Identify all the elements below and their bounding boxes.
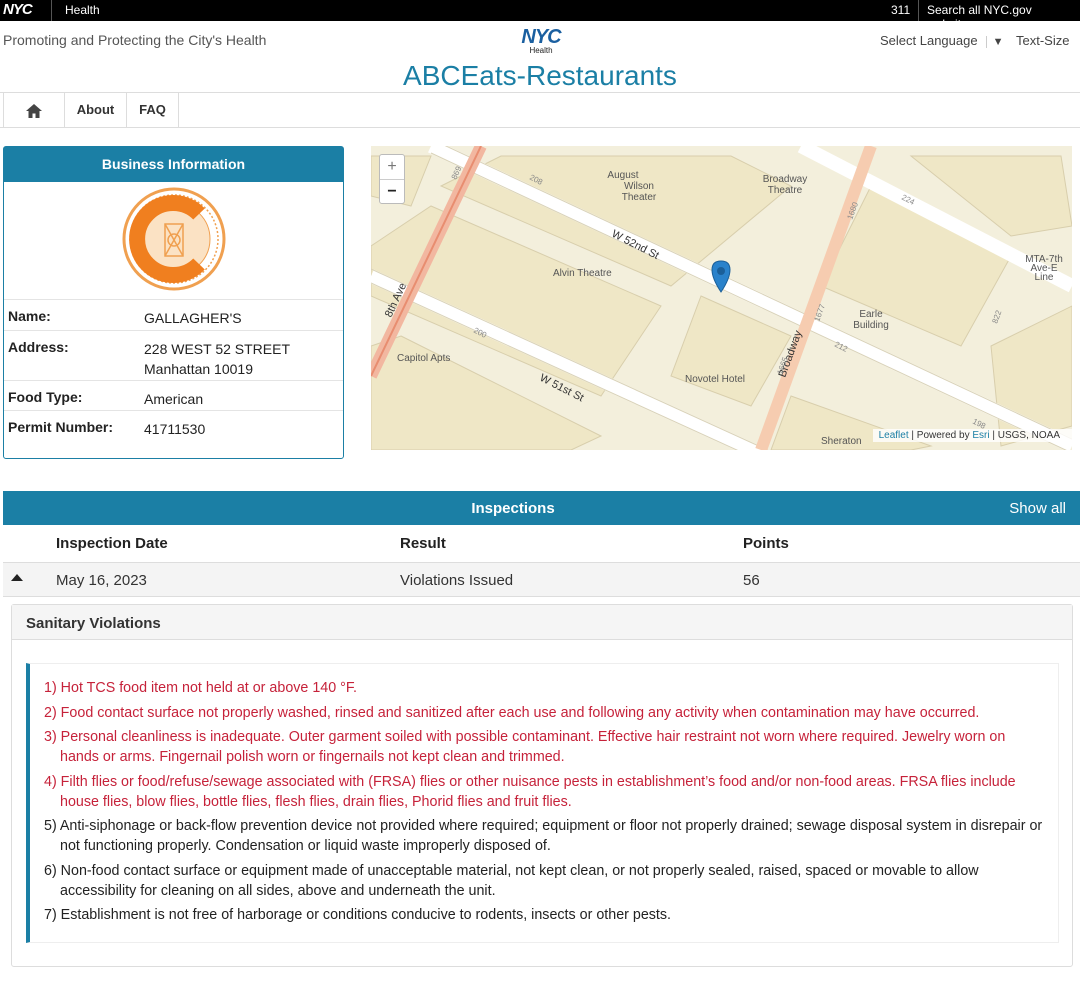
- svg-text:August: August: [607, 170, 638, 181]
- svg-text:Sheraton: Sheraton: [821, 436, 862, 447]
- attribution-rest: | USGS, NOAA: [989, 430, 1060, 441]
- list-item: 2) Food contact surface not properly was…: [44, 704, 980, 721]
- address-line-2: Manhattan 10019: [144, 361, 253, 377]
- show-all-button[interactable]: Show all: [1009, 500, 1066, 517]
- svg-text:Earle: Earle: [859, 309, 883, 320]
- inspections-columns: Inspection Date Result Points: [3, 526, 1080, 562]
- health-link[interactable]: Health: [65, 3, 100, 17]
- svg-text:Broadway: Broadway: [763, 174, 807, 185]
- chevron-down-icon: ▼: [985, 36, 1004, 48]
- map-attribution: Leaflet | Powered by Esri | USGS, NOAA: [872, 429, 1072, 442]
- address-line-1: 228 WEST 52 STREET: [144, 341, 291, 357]
- nav-home[interactable]: [3, 93, 65, 127]
- inspection-points: 56: [743, 572, 760, 589]
- name-label: Name:: [8, 308, 51, 324]
- caret-up-icon[interactable]: [11, 574, 23, 581]
- col-points: Points: [743, 535, 789, 552]
- divider: [918, 0, 919, 21]
- select-language-label: Select Language: [880, 33, 978, 48]
- svg-text:Theater: Theater: [622, 192, 657, 203]
- food-type-label: Food Type:: [8, 389, 83, 405]
- table-row[interactable]: May 16, 2023 Violations Issued 56: [3, 562, 1080, 597]
- map[interactable]: August Wilson Theater Broadway Theatre A…: [371, 146, 1072, 450]
- list-item: 6) Non-food contact surface or equipment…: [44, 862, 979, 899]
- list-item: 5) Anti-siphonage or back-flow preventio…: [44, 818, 1043, 854]
- select-language[interactable]: Select Language ▼: [880, 33, 1004, 48]
- search-nyc-link[interactable]: Search all NYC.gov websites: [927, 3, 1080, 31]
- inspections-header: Inspections Show all: [3, 491, 1080, 525]
- svg-text:Theatre: Theatre: [768, 185, 803, 196]
- permit-number: 41711530: [144, 421, 206, 437]
- svg-text:Capitol Apts: Capitol Apts: [397, 353, 450, 364]
- list-item: 3) Personal cleanliness is inadequate. O…: [44, 729, 1006, 765]
- nav-faq[interactable]: FAQ: [127, 93, 179, 127]
- top-bar: NYC Health 311 Search all NYC.gov websit…: [0, 0, 1080, 31]
- business-address-row: Address: 228 WEST 52 STREET Manhattan 10…: [4, 330, 343, 380]
- nav-about[interactable]: About: [65, 93, 127, 127]
- nyc-logo[interactable]: NYC: [3, 2, 33, 18]
- violations-list: 1) Hot TCS food item not held at or abov…: [44, 678, 1044, 930]
- nyc-health-logo[interactable]: NYC Health: [513, 26, 569, 55]
- nav-bar: About FAQ: [0, 92, 1080, 128]
- svg-text:Novotel Hotel: Novotel Hotel: [685, 374, 745, 385]
- business-food-type-row: Food Type: American: [4, 380, 343, 410]
- zoom-control: + −: [379, 154, 405, 204]
- logo-nyc-text: NYC: [521, 26, 561, 48]
- col-inspection-date: Inspection Date: [56, 535, 168, 552]
- sanitary-violations-header: Sanitary Violations: [12, 605, 1072, 640]
- inspection-date: May 16, 2023: [56, 572, 147, 589]
- zoom-out-button[interactable]: −: [380, 179, 404, 203]
- text-size-link[interactable]: Text-Size: [1016, 33, 1069, 48]
- zoom-in-button[interactable]: +: [380, 155, 404, 179]
- inspections-title: Inspections: [471, 500, 555, 517]
- list-item: 4) Filth flies or food/refuse/sewage ass…: [44, 773, 1016, 810]
- 311-link[interactable]: 311: [891, 3, 910, 17]
- violations-box: 1) Hot TCS food item not held at or abov…: [26, 663, 1059, 943]
- inspection-result: Violations Issued: [400, 572, 514, 589]
- leaflet-link[interactable]: Leaflet: [879, 430, 909, 441]
- business-name-row: Name: GALLAGHER'S: [4, 299, 343, 330]
- svg-text:Wilson: Wilson: [624, 181, 654, 192]
- business-name: GALLAGHER'S: [144, 310, 242, 326]
- esri-link[interactable]: Esri: [972, 430, 989, 441]
- list-item: 1) Hot TCS food item not held at or abov…: [44, 680, 358, 696]
- sanitary-violations-panel: Sanitary Violations 1) Hot TCS food item…: [11, 604, 1073, 967]
- svg-text:Building: Building: [853, 320, 889, 331]
- business-address: 228 WEST 52 STREET Manhattan 10019: [144, 339, 290, 379]
- permit-label: Permit Number:: [8, 419, 114, 435]
- business-info-header: Business Information: [4, 147, 343, 182]
- food-type: American: [144, 391, 204, 407]
- health-seal-icon: [122, 187, 226, 291]
- page-title: ABCEats-Restaurants: [403, 60, 677, 91]
- svg-text:Alvin Theatre: Alvin Theatre: [553, 268, 612, 279]
- divider: [51, 0, 52, 21]
- attribution-powered: | Powered by: [908, 430, 973, 441]
- address-label: Address:: [8, 339, 69, 355]
- home-icon: [26, 104, 42, 118]
- svg-text:Line: Line: [1035, 272, 1054, 283]
- map-tiles: August Wilson Theater Broadway Theatre A…: [371, 146, 1072, 450]
- business-info-card: Business Information Name: GALLAGHER'S A…: [3, 146, 344, 459]
- tagline: Promoting and Protecting the City's Heal…: [3, 32, 267, 48]
- col-result: Result: [400, 535, 446, 552]
- business-permit-row: Permit Number: 41711530: [4, 410, 343, 440]
- list-item: 7) Establishment is not free of harborag…: [44, 907, 672, 923]
